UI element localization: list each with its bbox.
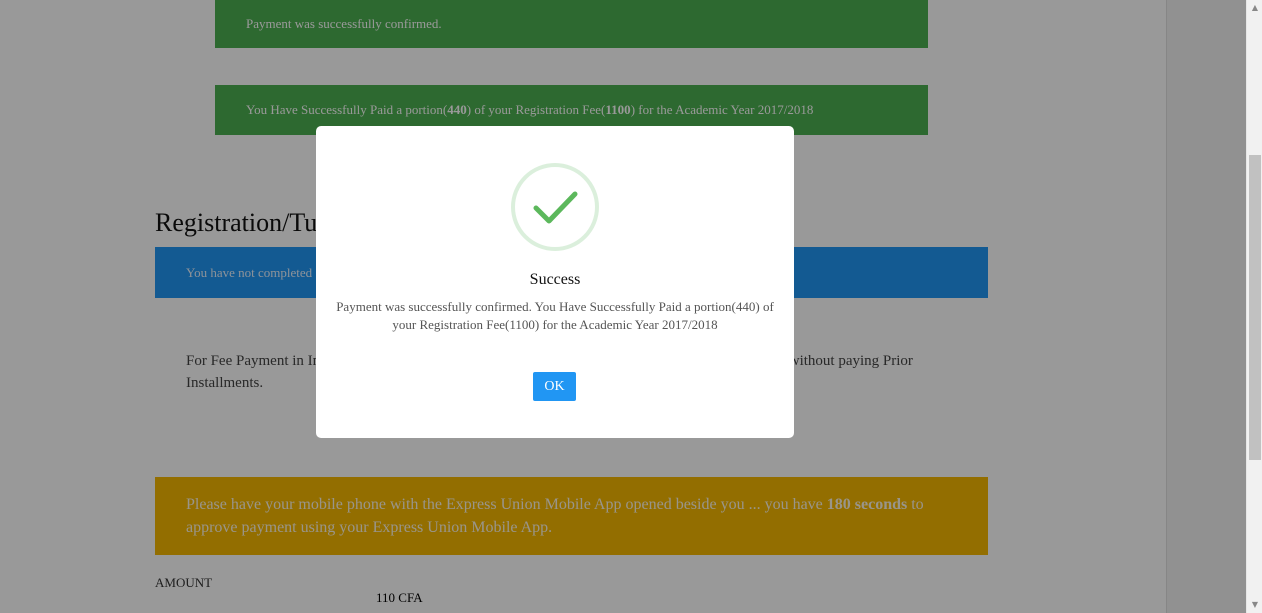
scroll-up-arrow-icon[interactable]: ▲ [1247, 0, 1262, 16]
success-check-circle [511, 163, 599, 251]
ok-button[interactable]: OK [533, 372, 576, 401]
modal-message: Payment was successfully confirmed. You … [336, 299, 774, 332]
check-icon [533, 191, 578, 224]
page-scrollbar[interactable]: ▲ ▼ [1246, 0, 1262, 613]
modal-title: Success [529, 271, 581, 288]
scroll-down-arrow-icon[interactable]: ▼ [1247, 597, 1262, 613]
success-modal: Success Payment was successfully confirm… [316, 126, 794, 438]
scrollbar-thumb[interactable] [1249, 155, 1261, 460]
